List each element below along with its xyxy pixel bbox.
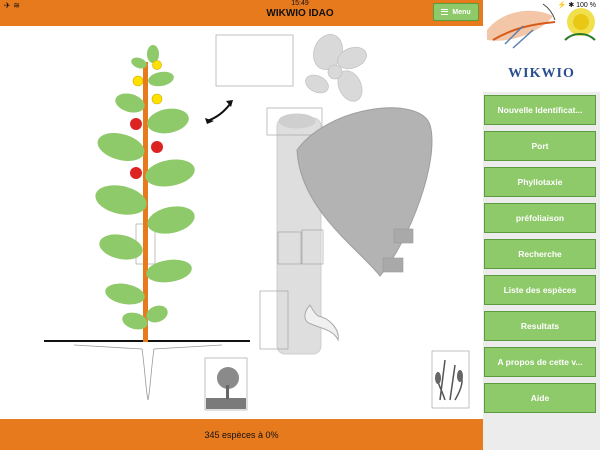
frame-leaf-1	[393, 228, 414, 244]
sidebar-item-resultats[interactable]: Resultats	[484, 311, 596, 341]
sidebar-item-port[interactable]: Port	[484, 131, 596, 161]
species-count: 345 espèces à 0%	[204, 429, 279, 440]
sidebar-item-phyllotaxie[interactable]: Phyllotaxie	[484, 167, 596, 197]
faded-flower-icon	[305, 34, 367, 102]
menu-label: Menu	[452, 8, 471, 16]
status-icons-right: ⚡ ✱ 100 %	[557, 2, 596, 9]
sidebar-item-prefoliaison[interactable]: préfoliaison	[484, 203, 596, 233]
menu-button[interactable]: Menu	[433, 3, 479, 21]
empty-frame-top	[215, 34, 294, 87]
sidebar-item-a-propos[interactable]: A propos de cette v...	[484, 347, 596, 377]
sidebar-item-aide[interactable]: Aide	[484, 383, 596, 413]
footer-bar: 345 espèces à 0%	[0, 419, 483, 450]
sidebar-item-recherche[interactable]: Recherche	[484, 239, 596, 269]
root-shape	[73, 344, 223, 401]
arrow-icon	[206, 103, 231, 122]
plant-canvas[interactable]	[0, 26, 483, 419]
herb-thumbnail[interactable]	[431, 350, 470, 409]
sidebar-menu: Nouvelle Identificat... Port Phyllotaxie…	[483, 0, 600, 450]
sidebar-item-nouvelle-identification[interactable]: Nouvelle Identificat...	[484, 95, 596, 125]
frame-leaf-2	[382, 257, 404, 273]
hamburger-icon	[441, 9, 449, 15]
tree-thumbnail[interactable]	[204, 357, 248, 411]
sidebar-item-liste-especes[interactable]: Liste des espèces	[484, 275, 596, 305]
